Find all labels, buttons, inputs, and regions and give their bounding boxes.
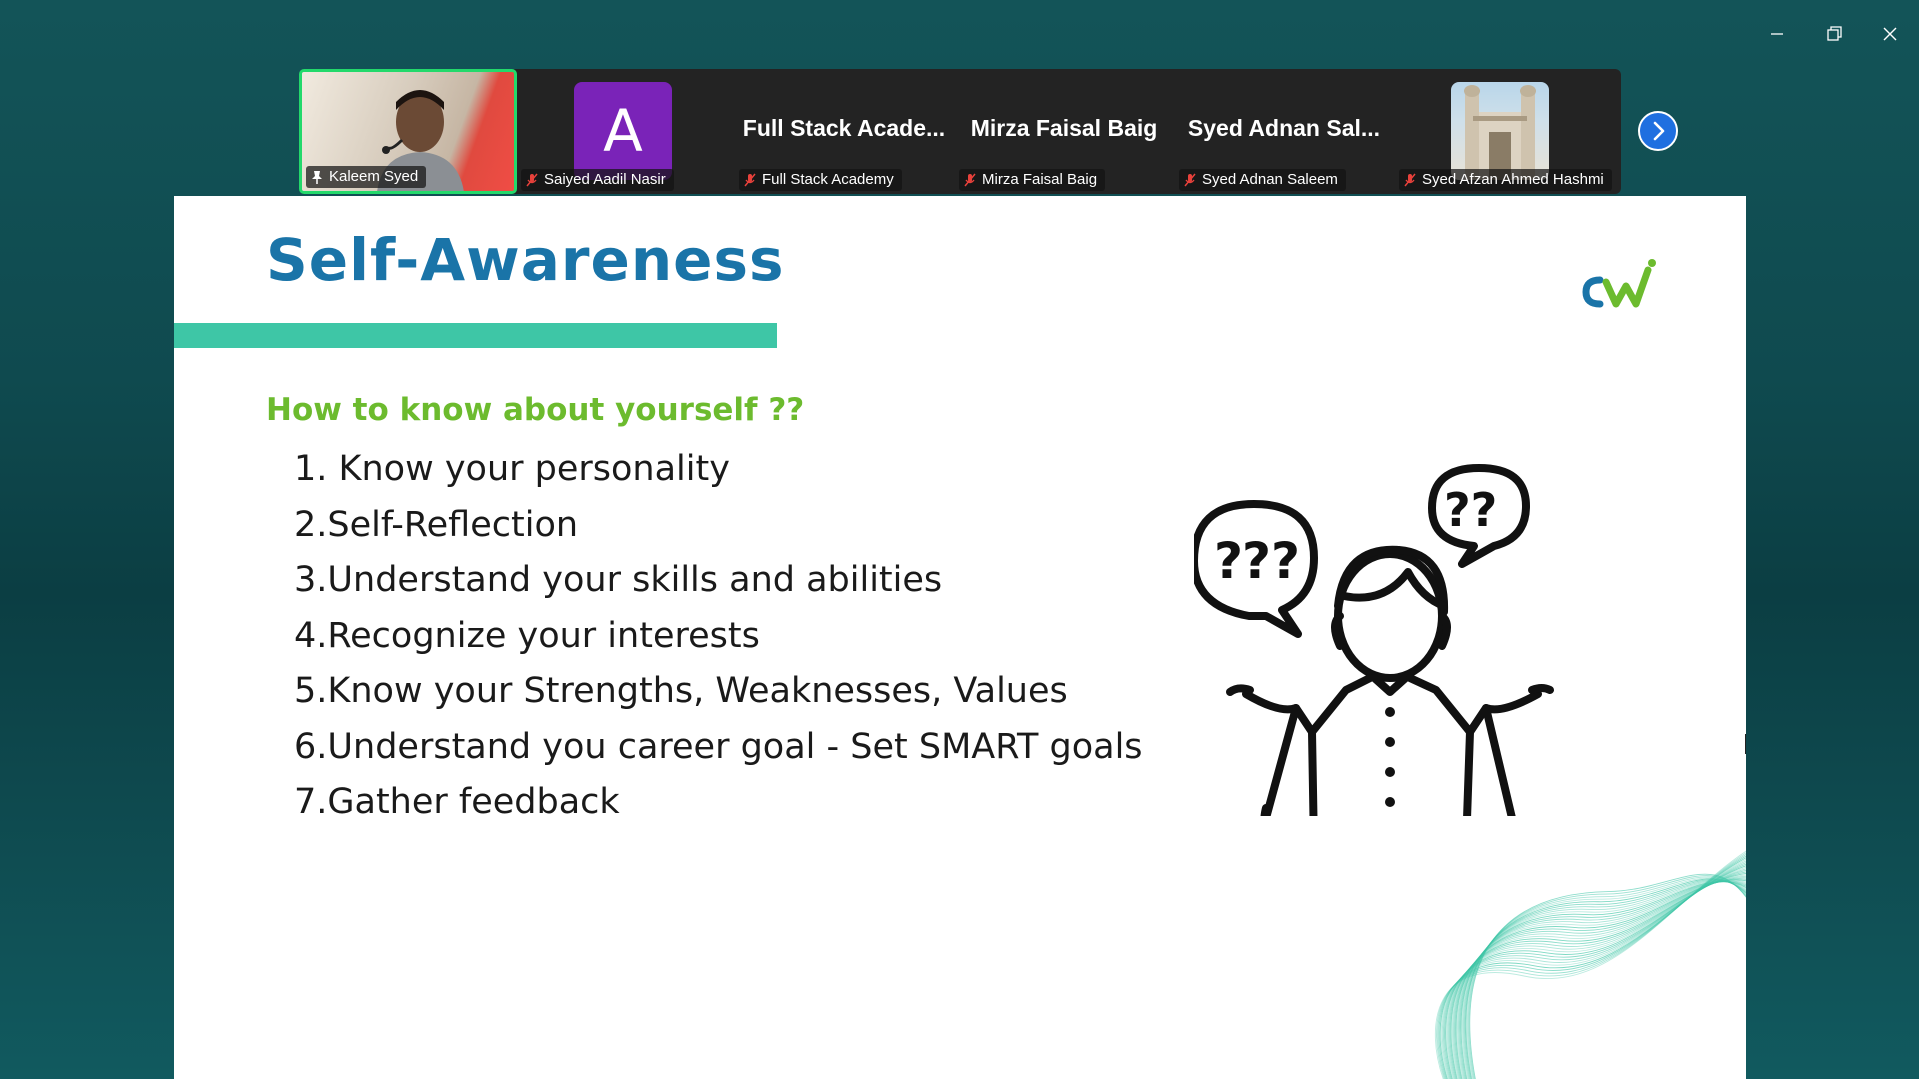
pin-icon: [310, 170, 324, 184]
wave-line: [1451, 874, 1746, 1079]
wave-line: [1445, 865, 1746, 1079]
next-participants-button[interactable]: [1638, 111, 1678, 151]
bubble-question-marks: ?: [1214, 532, 1243, 590]
participant-display-name: Full Stack Acade...: [742, 115, 946, 141]
participant-tile-syed-afzan-ahmed-hashmi[interactable]: Syed Afzan Ahmed Hashmi: [1395, 69, 1621, 194]
list-item: 2.Self-Reflection: [294, 504, 579, 545]
participant-name-tag: Mirza Faisal Baig: [959, 169, 1106, 191]
participant-tile-saiyed-aadil-nasir[interactable]: A Saiyed Aadil Nasir: [517, 69, 735, 194]
wave-line: [1446, 867, 1746, 1079]
brand-logo: [1582, 259, 1656, 308]
wave-line: [1454, 878, 1746, 1079]
list-item: 7.Gather feedback: [294, 782, 620, 822]
wave-line: [1453, 877, 1746, 1079]
bubble-question-marks: ??: [1444, 483, 1497, 537]
text-cursor: [1745, 734, 1746, 754]
slide-subtitle: How to know about yourself ??: [266, 392, 805, 428]
muted-mic-icon: [963, 173, 977, 187]
wave-line: [1459, 881, 1746, 1079]
wave-line: [1462, 880, 1746, 1079]
wave-line: [1466, 877, 1746, 1079]
list-item: 4.Recognize your interests: [294, 615, 760, 656]
participant-display-name: Mirza Faisal Baig: [970, 115, 1158, 141]
wave-line: [1463, 880, 1746, 1079]
participant-tile-kaleem-syed[interactable]: Kaleem Syed: [299, 69, 517, 194]
avatar: [1451, 82, 1549, 180]
bubble-question-marks: ??: [1242, 532, 1300, 590]
participant-name-tag: Full Stack Academy: [739, 169, 902, 191]
participant-tile-syed-adnan-saleem[interactable]: Syed Adnan Sal... Syed Adnan Saleem: [1175, 69, 1393, 194]
participant-tile-full-stack-academy[interactable]: Full Stack Acade... Full Stack Academy: [735, 69, 953, 194]
participant-name-tag: Syed Adnan Saleem: [1179, 169, 1346, 191]
participant-name-tag: Syed Afzan Ahmed Hashmi: [1399, 169, 1612, 191]
title-accent-bar: [174, 323, 777, 348]
wave-line: [1461, 880, 1746, 1079]
list-item: 5.Know your Strengths, Weaknesses, Value…: [294, 671, 1068, 711]
muted-mic-icon: [1183, 173, 1197, 187]
participant-name-tag: Saiyed Aadil Nasir: [521, 169, 674, 191]
participant-name-tag: Kaleem Syed: [306, 166, 427, 188]
muted-mic-icon: [743, 173, 757, 187]
chevron-right-icon: [1653, 121, 1665, 141]
wave-line: [1460, 881, 1746, 1079]
wave-line: [1456, 880, 1746, 1079]
minimize-icon: [1771, 33, 1783, 35]
restore-icon: [1827, 26, 1842, 41]
muted-mic-icon: [1403, 173, 1417, 187]
restore-button[interactable]: [1814, 18, 1854, 50]
shared-slide: Self-Awareness How to know about yoursel…: [174, 196, 1746, 1079]
wave-line: [1469, 873, 1746, 1079]
point-list: 1. Know your personality 2.Self-Reflecti…: [294, 444, 1143, 833]
avatar: A: [574, 82, 672, 180]
wave-line: [1448, 870, 1746, 1079]
participant-display-name: Syed Adnan Sal...: [1187, 115, 1381, 141]
list-item: 1. Know your personality: [294, 449, 730, 489]
wave-line: [1450, 873, 1746, 1079]
minimize-button[interactable]: [1757, 18, 1797, 50]
close-button[interactable]: [1870, 18, 1910, 50]
wave-line: [1468, 875, 1746, 1079]
slide-title: Self-Awareness: [266, 226, 785, 294]
close-icon: [1883, 27, 1897, 41]
confused-person-illustration: ? ?? ??: [1194, 464, 1554, 816]
participant-strip: Kaleem Syed A Saiyed Aadil Nasir Full St…: [299, 69, 1621, 194]
list-item: 6.Understand you career goal - Set SMART…: [294, 726, 1143, 767]
wave-line: [1458, 881, 1746, 1079]
participant-tile-mirza-faisal-baig[interactable]: Mirza Faisal Baig Mirza Faisal Baig: [955, 69, 1173, 194]
list-item: 3.Understand your skills and abilities: [294, 560, 943, 600]
wave-line: [1457, 880, 1746, 1079]
decorative-waves: [1434, 850, 1746, 1079]
muted-mic-icon: [525, 173, 539, 187]
